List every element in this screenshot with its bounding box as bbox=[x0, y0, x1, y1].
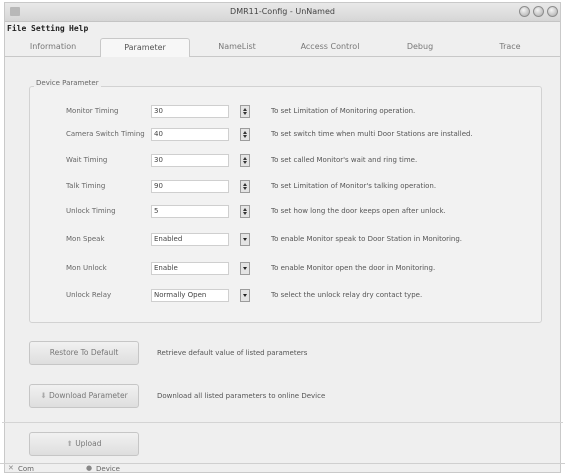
device-parameter-group: Monitor Timing 30 To set Limitation of M… bbox=[29, 86, 542, 323]
param-label: Mon Speak bbox=[66, 235, 105, 243]
upload-button[interactable]: ⬆ Upload bbox=[29, 432, 139, 456]
param-row-unlock-relay: Unlock Relay Normally Open To select the… bbox=[30, 289, 541, 303]
tab-namelist[interactable]: NameList bbox=[192, 38, 282, 56]
tab-access-control[interactable]: Access Control bbox=[285, 38, 375, 56]
download-icon: ⬇ bbox=[40, 391, 49, 400]
param-label: Unlock Relay bbox=[66, 291, 112, 299]
menu-bar: File Setting Help bbox=[5, 22, 560, 35]
talk-timing-input[interactable]: 90 bbox=[151, 180, 229, 193]
spinner-icon[interactable] bbox=[240, 128, 250, 141]
status-bar: ✕ Com ● Device bbox=[0, 463, 565, 475]
tab-bar: Information Parameter NameList Access Co… bbox=[5, 36, 560, 57]
param-row-wait-timing: Wait Timing 30 To set called Monitor's w… bbox=[30, 154, 541, 168]
device-icon: ● bbox=[86, 464, 93, 472]
param-description: To set Limitation of Monitor's talking o… bbox=[271, 182, 437, 190]
spinner-icon[interactable] bbox=[240, 205, 250, 218]
restore-description: Retrieve default value of listed paramet… bbox=[157, 349, 308, 357]
param-row-monitor-timing: Monitor Timing 30 To set Limitation of M… bbox=[30, 105, 541, 119]
menu-file[interactable]: File bbox=[7, 24, 26, 33]
disconnected-icon: ✕ bbox=[8, 464, 14, 472]
tab-debug[interactable]: Debug bbox=[375, 38, 465, 56]
param-description: To set switch time when multi Door Stati… bbox=[271, 130, 473, 138]
unlock-relay-select[interactable]: Normally Open bbox=[151, 289, 229, 302]
spinner-icon[interactable] bbox=[240, 154, 250, 167]
param-label: Camera Switch Timing bbox=[66, 130, 145, 138]
param-row-mon-speak: Mon Speak Enabled To enable Monitor spea… bbox=[30, 233, 541, 247]
param-label: Talk Timing bbox=[66, 182, 106, 190]
mon-unlock-select[interactable]: Enable bbox=[151, 262, 229, 275]
param-label: Unlock Timing bbox=[66, 207, 116, 215]
param-description: To enable Monitor speak to Door Station … bbox=[271, 235, 463, 243]
param-label: Mon Unlock bbox=[66, 264, 107, 272]
group-title: Device Parameter bbox=[34, 79, 101, 87]
menu-setting[interactable]: Setting bbox=[31, 24, 65, 33]
download-label: Download Parameter bbox=[48, 391, 128, 400]
title-bar: DMR11-Config - UnNamed bbox=[5, 3, 560, 22]
param-label: Wait Timing bbox=[66, 156, 108, 164]
mon-speak-select[interactable]: Enabled bbox=[151, 233, 229, 246]
param-row-mon-unlock: Mon Unlock Enable To enable Monitor open… bbox=[30, 262, 541, 276]
spinner-icon[interactable] bbox=[240, 105, 250, 118]
param-description: To select the unlock relay dry contact t… bbox=[271, 291, 423, 299]
param-description: To set called Monitor's wait and ring ti… bbox=[271, 156, 418, 164]
dropdown-arrow-icon[interactable] bbox=[240, 233, 250, 246]
tab-trace[interactable]: Trace bbox=[465, 38, 555, 56]
upload-icon: ⬆ bbox=[66, 439, 76, 448]
download-parameter-button[interactable]: ⬇ Download Parameter bbox=[29, 384, 139, 408]
wait-timing-input[interactable]: 30 bbox=[151, 154, 229, 167]
download-description: Download all listed parameters to online… bbox=[157, 392, 326, 400]
monitor-timing-input[interactable]: 30 bbox=[151, 105, 229, 118]
param-row-talk-timing: Talk Timing 90 To set Limitation of Moni… bbox=[30, 180, 541, 194]
upload-label: Upload bbox=[75, 439, 102, 448]
spinner-icon[interactable] bbox=[240, 180, 250, 193]
minimize-button[interactable] bbox=[519, 6, 530, 17]
status-device: Device bbox=[96, 465, 120, 473]
param-description: To enable Monitor open the door in Monit… bbox=[271, 264, 436, 272]
dropdown-arrow-icon[interactable] bbox=[240, 262, 250, 275]
param-label: Monitor Timing bbox=[66, 107, 119, 115]
status-com: Com bbox=[18, 465, 34, 473]
param-description: To set how long the door keeps open afte… bbox=[271, 207, 446, 215]
window-title: DMR11-Config - UnNamed bbox=[230, 7, 335, 16]
divider bbox=[2, 422, 563, 423]
unlock-timing-input[interactable]: 5 bbox=[151, 205, 229, 218]
param-row-camera-switch-timing: Camera Switch Timing 40 To set switch ti… bbox=[30, 128, 541, 142]
close-button[interactable] bbox=[547, 6, 558, 17]
tab-information[interactable]: Information bbox=[8, 38, 98, 56]
tab-parameter[interactable]: Parameter bbox=[100, 38, 190, 57]
restore-default-button[interactable]: Restore To Default bbox=[29, 341, 139, 365]
param-description: To set Limitation of Monitoring operatio… bbox=[271, 107, 416, 115]
camera-switch-timing-input[interactable]: 40 bbox=[151, 128, 229, 141]
dropdown-arrow-icon[interactable] bbox=[240, 289, 250, 302]
menu-help[interactable]: Help bbox=[69, 24, 88, 33]
param-row-unlock-timing: Unlock Timing 5 To set how long the door… bbox=[30, 205, 541, 219]
maximize-button[interactable] bbox=[533, 6, 544, 17]
